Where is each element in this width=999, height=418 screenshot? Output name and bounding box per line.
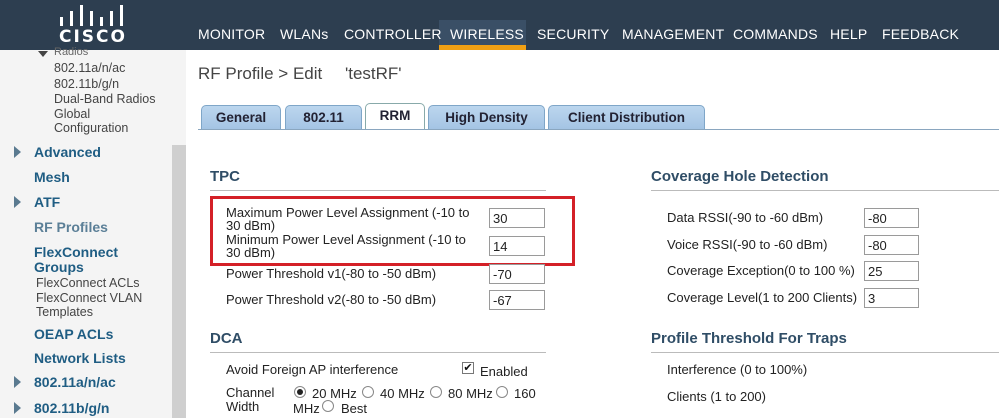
sidebar-item-network-lists[interactable]: Network Lists — [34, 350, 126, 366]
traps-section-title: Profile Threshold For Traps — [651, 330, 847, 347]
width-80-label: 80 MHz — [448, 386, 493, 401]
expand-advanced-icon[interactable] — [14, 146, 21, 158]
sidebar-item-flexconnect-vlan-line2[interactable]: Templates — [36, 305, 93, 319]
width-160-label-line2: MHz — [293, 401, 320, 416]
width-20-label: 20 MHz — [312, 386, 357, 401]
coverage-level-input[interactable] — [864, 288, 919, 308]
channel-width-label-line1: Channel — [226, 385, 275, 400]
sidebar-item-80211b[interactable]: 802.11b/g/n — [34, 400, 109, 416]
top-nav-bar: CISCO MONITOR WLANs CONTROLLER WIRELESS … — [0, 0, 999, 50]
tab-client-distribution[interactable]: Client Distribution — [548, 105, 705, 129]
expand-80211b-icon[interactable] — [14, 402, 21, 414]
sidebar: Radios 802.11a/n/ac 802.11b/g/n Dual-Ban… — [0, 46, 186, 418]
sidebar-item-flexconnect-vlan-line1[interactable]: FlexConnect VLAN — [36, 291, 142, 305]
avoid-foreign-checkbox[interactable]: ✔ — [462, 362, 474, 374]
power-threshold-v1-label: Power Threshold v1(-80 to -50 dBm) — [226, 266, 437, 281]
sidebar-item-advanced[interactable]: Advanced — [34, 144, 101, 160]
tab-baseline — [198, 129, 999, 130]
min-power-input[interactable] — [489, 236, 545, 256]
coverage-section-title: Coverage Hole Detection — [651, 168, 829, 185]
tab-rrm[interactable]: RRM — [365, 103, 425, 130]
coverage-divider — [651, 190, 999, 191]
clients-label: Clients (1 to 200) — [667, 389, 766, 404]
tpc-divider — [210, 190, 546, 191]
interference-label: Interference (0 to 100%) — [667, 362, 808, 377]
data-rssi-label: Data RSSI(-90 to -60 dBm) — [667, 210, 824, 225]
sidebar-item-flexconnect-acls[interactable]: FlexConnect ACLs — [36, 276, 140, 290]
power-threshold-v2-input[interactable] — [489, 290, 545, 310]
sidebar-item-80211anac[interactable]: 802.11a/n/ac — [54, 61, 125, 75]
tab-80211[interactable]: 802.11 — [285, 105, 362, 129]
sidebar-item-dual-band[interactable]: Dual-Band Radios — [54, 92, 155, 106]
channel-width-label-line2: Width — [226, 399, 260, 414]
max-power-label-line2: 30 dBm) — [226, 218, 276, 233]
width-20-radio[interactable] — [294, 386, 306, 398]
sidebar-item-radios[interactable]: Radios — [54, 46, 88, 58]
nav-monitor[interactable]: MONITOR — [198, 26, 265, 42]
width-best-radio[interactable] — [322, 400, 334, 412]
data-rssi-input[interactable] — [864, 208, 919, 228]
voice-rssi-label: Voice RSSI(-90 to -60 dBm) — [667, 237, 828, 252]
tab-high-density[interactable]: High Density — [428, 105, 545, 129]
expand-atf-icon[interactable] — [14, 196, 21, 208]
coverage-exception-label: Coverage Exception(0 to 100 %) — [667, 263, 855, 278]
tab-general[interactable]: General — [201, 105, 281, 129]
width-40-label: 40 MHz — [380, 386, 425, 401]
sidebar-item-oeap-acls[interactable]: OEAP ACLs — [34, 326, 113, 342]
sidebar-scrollbar[interactable] — [172, 145, 186, 418]
nav-feedback[interactable]: FEEDBACK — [882, 26, 959, 42]
collapse-arrow-icon[interactable] — [38, 51, 48, 57]
expand-80211a-icon[interactable] — [14, 376, 21, 388]
width-best-label: Best — [341, 401, 368, 416]
coverage-exception-input[interactable] — [864, 261, 919, 281]
coverage-level-label: Coverage Level(1 to 200 Clients) — [667, 290, 858, 305]
nav-wlans[interactable]: WLANs — [280, 26, 328, 42]
page-title-text: RF Profile > Edit — [198, 64, 323, 83]
sidebar-item-flexconnect-groups-line2[interactable]: Groups — [34, 259, 84, 275]
nav-active-underline — [439, 45, 526, 50]
sidebar-item-global-line2[interactable]: Configuration — [54, 121, 128, 135]
tpc-section-title: TPC — [210, 168, 240, 185]
power-threshold-v1-input[interactable] — [489, 264, 545, 284]
avoid-foreign-enabled-label: Enabled — [480, 364, 528, 379]
min-power-label-line2: 30 dBm) — [226, 245, 276, 260]
sidebar-item-80211a[interactable]: 802.11a/n/ac — [34, 374, 116, 390]
sidebar-item-80211bgn[interactable]: 802.11b/g/n — [54, 77, 119, 91]
nav-commands[interactable]: COMMANDS — [733, 26, 818, 42]
nav-wireless[interactable]: WIRELESS — [450, 26, 524, 42]
profile-name: 'testRF' — [344, 64, 402, 83]
traps-divider — [651, 352, 999, 353]
sidebar-item-mesh[interactable]: Mesh — [34, 169, 70, 185]
nav-help[interactable]: HELP — [830, 26, 867, 42]
cisco-logo-bars-icon — [58, 4, 130, 26]
power-threshold-v2-label: Power Threshold v2(-80 to -50 dBm) — [226, 292, 437, 307]
page-title: RF Profile > Edit 'testRF' — [198, 64, 402, 84]
cisco-logo-text: CISCO — [59, 27, 127, 47]
width-160-label-line1: 160 — [514, 386, 536, 401]
nav-controller[interactable]: CONTROLLER — [344, 26, 442, 42]
cisco-logo: CISCO — [56, 3, 136, 47]
voice-rssi-input[interactable] — [864, 235, 919, 255]
sidebar-item-global-line1[interactable]: Global — [54, 107, 90, 121]
nav-management[interactable]: MANAGEMENT — [622, 26, 724, 42]
sidebar-item-atf[interactable]: ATF — [34, 194, 60, 210]
avoid-foreign-label: Avoid Foreign AP interference — [226, 362, 399, 377]
sidebar-item-flexconnect-groups-line1[interactable]: FlexConnect — [34, 244, 118, 260]
nav-security[interactable]: SECURITY — [537, 26, 609, 42]
sidebar-item-rf-profiles[interactable]: RF Profiles — [34, 219, 108, 235]
width-40-radio[interactable] — [362, 386, 374, 398]
dca-section-title: DCA — [210, 330, 243, 347]
max-power-input[interactable] — [489, 208, 545, 228]
dca-divider — [210, 352, 546, 353]
width-160-radio[interactable] — [496, 386, 508, 398]
width-80-radio[interactable] — [430, 386, 442, 398]
